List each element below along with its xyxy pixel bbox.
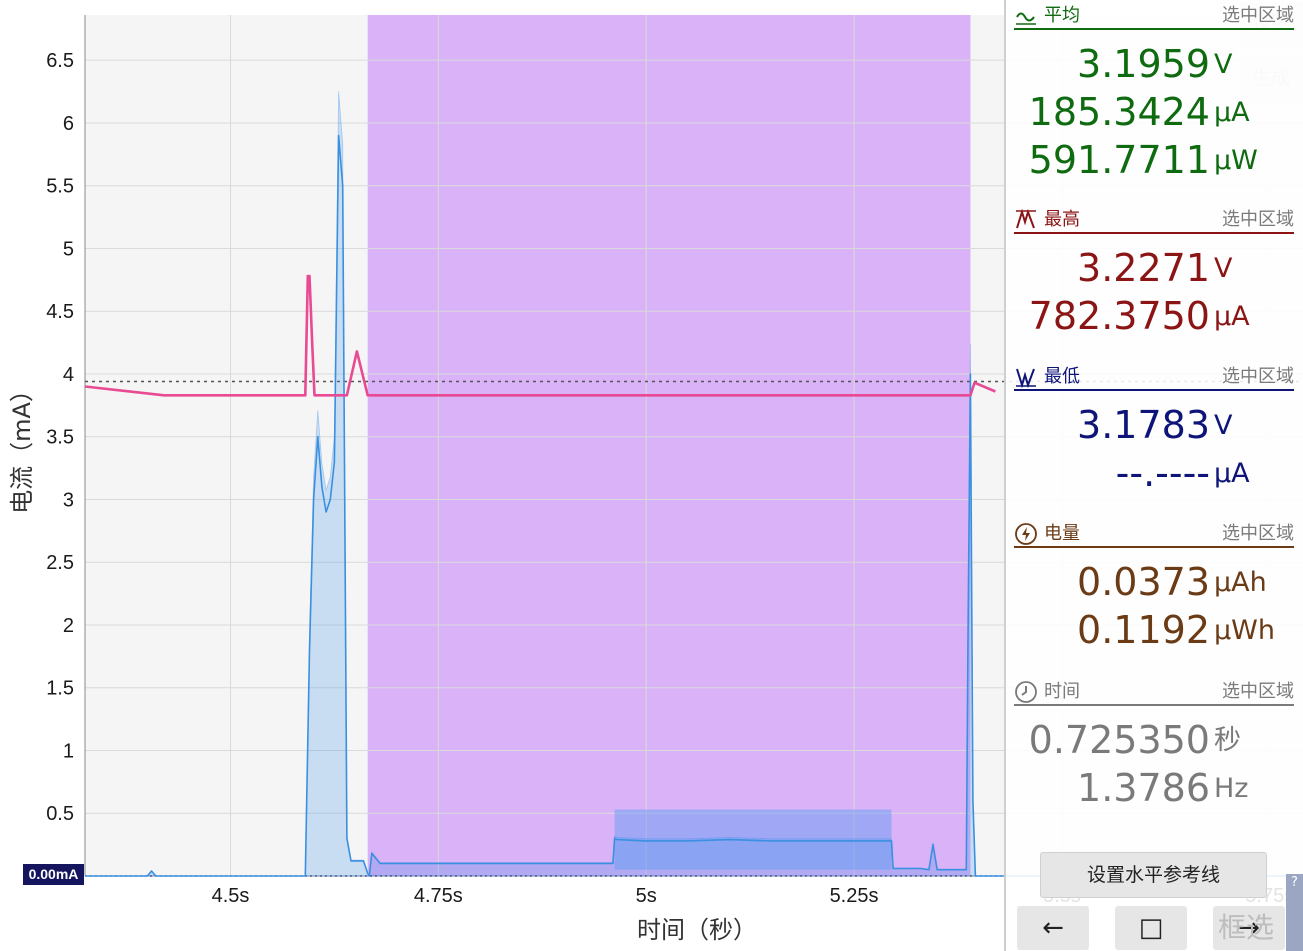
y-tick-label: 3 <box>63 489 74 511</box>
y-tick-label: 6.5 <box>46 50 74 72</box>
avg-header: 平均 选中区域 <box>1014 4 1294 30</box>
max-title: 最高 <box>1044 209 1080 230</box>
time-scope: 选中区域 <box>1222 681 1294 702</box>
energy-work-unit: µWh <box>1214 615 1275 646</box>
energy-title: 电量 <box>1044 523 1080 544</box>
time-frequency-unit: Hz <box>1214 773 1249 804</box>
avg-scope: 选中区域 <box>1222 5 1294 26</box>
energy-charge-unit: µAh <box>1214 567 1267 598</box>
y-tick-label: 0.5 <box>46 803 74 825</box>
min-voltage-row: 3.1783 V <box>1014 401 1294 449</box>
min-voltage-unit: V <box>1214 410 1233 441</box>
min-section: 最低 选中区域 3.1783 V --.---- µA <box>1014 365 1294 497</box>
zero-level-badge: 0.00mA <box>23 864 84 885</box>
energy-charge-row: 0.0373 µAh <box>1014 558 1294 606</box>
min-current-unit: µA <box>1214 458 1250 489</box>
y-tick-labels: 0.5 1 1.5 2 2.5 3 3.5 4 4.5 5 5.5 6 6.5 <box>46 50 74 825</box>
energy-header: 电量 选中区域 <box>1014 522 1294 548</box>
max-section: 最高 选中区域 3.2271 V 782.3750 µA <box>1014 208 1294 340</box>
time-frequency-row: 1.3786 Hz <box>1014 764 1294 812</box>
max-scope: 选中区域 <box>1222 209 1294 230</box>
time-duration-unit: 秒 <box>1214 725 1241 756</box>
avg-voltage-unit: V <box>1214 49 1233 80</box>
y-axis-title: 电流（mA） <box>8 378 36 514</box>
time-duration-row: 0.725350 秒 <box>1014 716 1294 764</box>
y-tick-label: 4 <box>63 364 74 386</box>
time-section: 时间 选中区域 0.725350 秒 1.3786 Hz <box>1014 680 1294 812</box>
avg-voltage: 3.1959 <box>1077 42 1210 86</box>
avg-power-unit: µW <box>1214 145 1258 176</box>
time-header: 时间 选中区域 <box>1014 680 1294 706</box>
max-voltage-row: 3.2271 V <box>1014 244 1294 292</box>
ghost-box-select-button: 框选 <box>1218 911 1275 944</box>
energy-charge: 0.0373 <box>1077 560 1210 604</box>
y-tick-label: 5 <box>63 238 74 260</box>
set-reference-line-button[interactable]: 设置水平参考线 <box>1040 852 1267 898</box>
max-voltage: 3.2271 <box>1077 246 1210 290</box>
stats-panel: 平均 选中区域 3.1959 V 185.3424 µA 591.7711 µW 最高… <box>1004 0 1303 951</box>
avg-power-row: 591.7711 µW <box>1014 136 1294 184</box>
y-tick-label: 1.5 <box>46 678 74 700</box>
valley-icon <box>1016 368 1036 389</box>
y-tick-label: 5.5 <box>46 176 74 198</box>
square-button[interactable]: □ <box>1115 906 1187 950</box>
y-tick-label: 1 <box>63 740 74 762</box>
min-voltage: 3.1783 <box>1077 403 1210 447</box>
clock-icon <box>1015 681 1037 703</box>
max-current: 782.3750 <box>1028 294 1210 338</box>
avg-current-unit: µA <box>1214 97 1250 128</box>
min-title: 最低 <box>1044 366 1080 387</box>
min-current: --.---- <box>1115 451 1210 495</box>
selection-region[interactable] <box>367 15 971 876</box>
avg-current: 185.3424 <box>1028 90 1210 134</box>
min-header: 最低 选中区域 <box>1014 365 1294 391</box>
max-voltage-unit: V <box>1214 253 1233 284</box>
avg-current-row: 185.3424 µA <box>1014 88 1294 136</box>
max-current-row: 782.3750 µA <box>1014 292 1294 340</box>
x-tick-label: 4.5s <box>212 885 250 907</box>
x-tick-label: 5.25s <box>830 885 879 907</box>
wave-icon <box>1016 12 1036 25</box>
min-scope: 选中区域 <box>1222 366 1294 387</box>
lightning-icon <box>1015 523 1037 545</box>
y-tick-label: 2.5 <box>46 552 74 574</box>
time-frequency: 1.3786 <box>1077 766 1210 810</box>
energy-work-row: 0.1192 µWh <box>1014 606 1294 654</box>
avg-power: 591.7711 <box>1028 138 1210 182</box>
time-duration: 0.725350 <box>1028 718 1210 762</box>
x-axis-title: 时间（秒） <box>637 916 757 944</box>
peak-icon <box>1016 208 1036 229</box>
avg-voltage-row: 3.1959 V <box>1014 40 1294 88</box>
help-corner-tab[interactable]: ? <box>1286 874 1303 951</box>
avg-section: 平均 选中区域 3.1959 V 185.3424 µA 591.7711 µW <box>1014 4 1294 184</box>
energy-section: 电量 选中区域 0.0373 µAh 0.1192 µWh <box>1014 522 1294 654</box>
x-tick-label: 4.75s <box>414 885 463 907</box>
energy-work: 0.1192 <box>1077 608 1210 652</box>
back-button[interactable]: ← <box>1017 906 1089 950</box>
time-title: 时间 <box>1044 681 1080 702</box>
y-tick-label: 4.5 <box>46 301 74 323</box>
max-current-unit: µA <box>1214 301 1250 332</box>
avg-title: 平均 <box>1044 5 1080 26</box>
y-tick-label: 6 <box>63 113 74 135</box>
y-tick-label: 3.5 <box>46 427 74 449</box>
min-current-row: --.---- µA <box>1014 449 1294 497</box>
max-header: 最高 选中区域 <box>1014 208 1294 234</box>
x-tick-label: 5s <box>636 885 657 907</box>
y-tick-label: 2 <box>63 615 74 637</box>
energy-scope: 选中区域 <box>1222 523 1294 544</box>
